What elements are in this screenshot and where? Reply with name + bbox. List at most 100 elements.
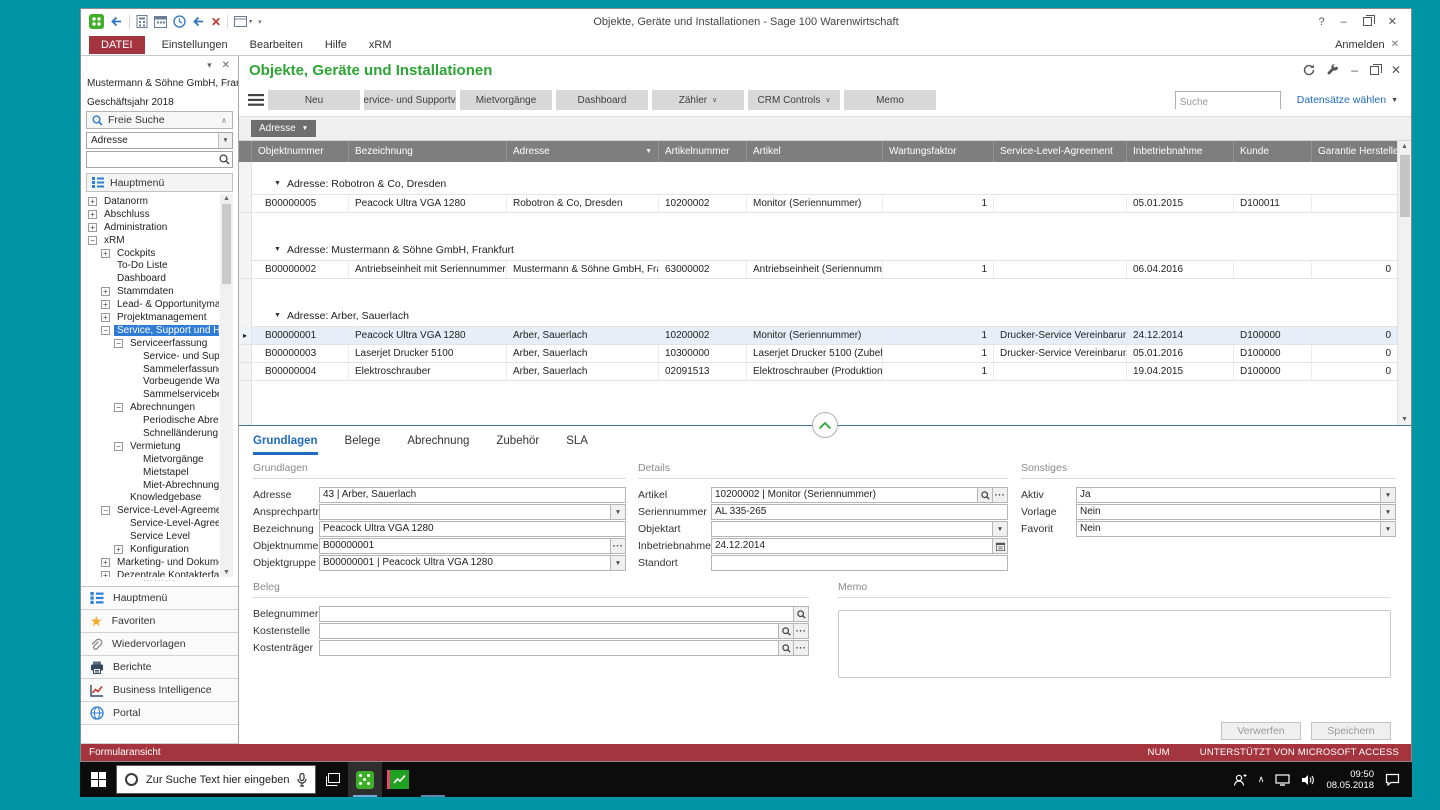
action-center-icon[interactable] <box>1385 773 1400 786</box>
discard-button[interactable]: Verwerfen <box>1221 722 1301 740</box>
hauptmenu-header[interactable]: Hauptmenü <box>86 173 233 192</box>
chevron-down-icon[interactable]: ▼ <box>992 522 1007 536</box>
menu-einstellungen[interactable]: Einstellungen <box>151 36 239 54</box>
tab-sla[interactable]: SLA <box>566 435 588 455</box>
scroll-thumb[interactable] <box>222 204 231 284</box>
memo-textarea[interactable] <box>838 610 1391 678</box>
nav-hauptmenu[interactable]: Hauptmenü <box>81 587 238 610</box>
signin-link[interactable]: Anmelden <box>1335 39 1385 51</box>
table-search-input[interactable] <box>1175 94 1280 111</box>
toolbar-button[interactable]: CRM Controls ∨ <box>748 90 840 110</box>
expand-icon[interactable]: + <box>101 570 110 577</box>
scroll-down-icon[interactable]: ▼ <box>220 569 233 576</box>
group-header[interactable]: ▼ Adresse: Mustermann & Söhne GmbH, Frank… <box>252 239 1397 261</box>
nav-wiedervorlagen[interactable]: Wiedervorlagen <box>81 633 238 656</box>
search-icon[interactable] <box>778 641 793 655</box>
menu-xrm[interactable]: xRM <box>358 36 403 54</box>
free-search-header[interactable]: Freie Suche ∧ <box>86 111 233 129</box>
collapse-chevron-icon[interactable]: ∧ <box>221 116 227 125</box>
expand-icon[interactable]: + <box>101 300 110 310</box>
ellipsis-button[interactable]: ··· <box>992 488 1007 502</box>
group-header[interactable]: ▼ Adresse: Arber, Sauerlach <box>252 305 1397 327</box>
tree-item[interactable]: Service-Level-Agreements <box>86 517 219 530</box>
column-header[interactable]: Kunde <box>1234 141 1312 162</box>
vorlage-select[interactable]: Nein <box>1077 505 1380 519</box>
import-arrow-icon[interactable] <box>192 15 205 28</box>
tree-item[interactable]: + Stammdaten <box>86 285 219 298</box>
tab-belege[interactable]: Belege <box>345 435 381 455</box>
calculator-icon[interactable] <box>136 15 148 28</box>
seriennummer-input[interactable]: AL 335-265 <box>712 505 1007 519</box>
tree-item[interactable]: + Projektmanagement <box>86 311 219 324</box>
table-row[interactable]: B00000004 Elektroschrauber Arber, Sauerlac… <box>239 363 1397 381</box>
expand-icon[interactable]: + <box>101 287 110 297</box>
table-scrollbar[interactable]: ▲ ▼ <box>1397 141 1411 425</box>
table-row[interactable]: ▸ B00000001 Peacock Ultra VGA 1280 Arber, S… <box>239 327 1397 345</box>
close-icon[interactable]: ✕ <box>1391 63 1401 77</box>
expand-icon[interactable]: + <box>88 209 97 219</box>
chevron-down-icon[interactable]: ▼ <box>610 556 625 570</box>
tree-item[interactable]: Sammelerfassung Servicevorgänge <box>86 363 219 376</box>
refresh-icon[interactable] <box>1303 64 1315 76</box>
column-header[interactable]: Wartungsfaktor <box>883 141 994 162</box>
ellipsis-button[interactable]: ··· <box>610 539 625 553</box>
delete-icon[interactable]: ✕ <box>211 16 221 28</box>
select-records-button[interactable]: Datensätze wählen ▼ <box>1297 94 1398 106</box>
tree-item[interactable]: − xRM <box>86 234 219 247</box>
aktiv-select[interactable]: Ja <box>1077 488 1380 502</box>
ellipsis-button[interactable]: ··· <box>793 641 808 655</box>
speaker-icon[interactable] <box>1301 774 1315 786</box>
group-header[interactable]: ▼ Adresse: Robotron & Co, Dresden <box>252 173 1397 195</box>
expand-icon[interactable]: + <box>88 222 97 232</box>
tab-zubehoer[interactable]: Zubehör <box>496 435 539 455</box>
tree-item[interactable]: Mietvorgänge <box>86 453 219 466</box>
nav-favoriten[interactable]: ★ Favoriten <box>81 610 238 633</box>
expand-icon[interactable]: + <box>114 544 123 554</box>
toolbar-button[interactable]: Service- und Supportv... <box>364 90 456 110</box>
scroll-up-icon[interactable]: ▲ <box>1398 143 1411 150</box>
splitter-handle[interactable]: ········· <box>81 577 238 586</box>
taskbar-search-input[interactable] <box>146 773 289 786</box>
group-by-chip[interactable]: Adresse ▼ <box>251 120 317 137</box>
menu-hilfe[interactable]: Hilfe <box>314 36 358 54</box>
tab-grundlagen[interactable]: Grundlagen <box>253 435 318 455</box>
tree-scrollbar[interactable]: ▲ ▼ <box>220 194 233 577</box>
objektart-input[interactable] <box>712 522 992 536</box>
sidebar-search-input[interactable] <box>87 154 217 165</box>
tree-item[interactable]: To-Do Liste <box>86 259 219 272</box>
tree-item[interactable]: − Abrechnungen <box>86 401 219 414</box>
collapse-icon[interactable]: − <box>101 325 110 335</box>
toolbar-button[interactable]: Memo <box>844 90 936 110</box>
search-icon[interactable] <box>778 624 793 638</box>
tree-item[interactable]: Service Level <box>86 530 219 543</box>
column-header[interactable]: Garantie Hersteller <box>1312 141 1397 162</box>
collapse-icon[interactable]: − <box>101 506 110 516</box>
search-icon[interactable] <box>217 154 232 165</box>
chevron-down-icon[interactable]: ▼ <box>1380 488 1395 502</box>
tree-item[interactable]: Dashboard <box>86 272 219 285</box>
ellipsis-button[interactable]: ··· <box>793 624 808 638</box>
expand-icon[interactable]: + <box>101 248 110 258</box>
table-row[interactable]: B00000003 Laserjet Drucker 5100 Arber, Sau… <box>239 345 1397 363</box>
tree-item[interactable]: Periodische Abrechnung <box>86 414 219 427</box>
collapse-triangle-icon[interactable]: ▼ <box>274 180 281 187</box>
column-header[interactable]: Bezeichnung <box>349 141 507 162</box>
tree-item[interactable]: − Serviceerfassung <box>86 337 219 350</box>
chevron-down-icon[interactable]: ▼ <box>218 133 232 148</box>
calendar-icon[interactable] <box>154 15 167 28</box>
scroll-up-icon[interactable]: ▲ <box>220 195 233 202</box>
minimize-icon[interactable]: – <box>1351 63 1358 77</box>
search-icon[interactable] <box>977 488 992 502</box>
scroll-down-icon[interactable]: ▼ <box>1398 416 1411 423</box>
menu-datei[interactable]: DATEI <box>89 35 145 54</box>
tree-item[interactable]: Mietstapel <box>86 466 219 479</box>
artikel-input[interactable]: 10200002 | Monitor (Seriennummer) <box>712 488 977 502</box>
people-icon[interactable] <box>1233 773 1247 786</box>
tree-item[interactable]: −Service, Support und Helpdesk <box>86 324 219 337</box>
kostentraeger-input[interactable] <box>320 641 778 655</box>
restore-icon[interactable] <box>1369 63 1382 75</box>
clock-icon[interactable] <box>173 15 186 28</box>
sidebar-close-icon[interactable]: ✕ <box>222 60 230 71</box>
ansprechpartner-input[interactable] <box>320 505 610 519</box>
column-header[interactable]: Service-Level-Agreement <box>994 141 1127 162</box>
